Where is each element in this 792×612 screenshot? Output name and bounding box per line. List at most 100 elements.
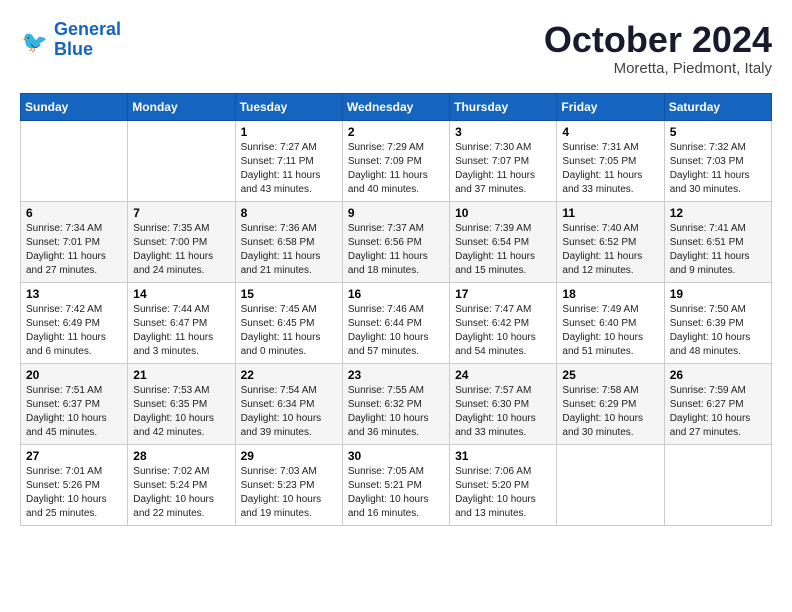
calendar-cell: 7Sunrise: 7:35 AMSunset: 7:00 PMDaylight… bbox=[128, 201, 235, 282]
day-number: 23 bbox=[348, 368, 444, 382]
day-number: 5 bbox=[670, 125, 766, 139]
calendar-cell bbox=[557, 444, 664, 525]
calendar-cell: 27 Sunrise: 7:01 AMSunset: 5:26 PMDayligh… bbox=[21, 444, 128, 525]
day-info: Sunrise: 7:57 AMSunset: 6:30 PMDaylight:… bbox=[455, 384, 551, 440]
day-info: Sunrise: 7:41 AMSunset: 6:51 PMDaylight:… bbox=[670, 222, 766, 278]
weekday-header: Thursday bbox=[450, 93, 557, 120]
calendar-cell: 20 Sunrise: 7:51 AMSunset: 6:37 PMDayligh… bbox=[21, 363, 128, 444]
day-info: Sunrise: 7:55 AMSunset: 6:32 PMDaylight:… bbox=[348, 384, 444, 440]
day-number: 26 bbox=[670, 368, 766, 382]
day-info: Sunrise: 7:53 AMSunset: 6:35 PMDaylight:… bbox=[133, 384, 229, 440]
calendar-cell: 26 Sunrise: 7:59 AMSunset: 6:27 PMDayligh… bbox=[664, 363, 771, 444]
day-info: Sunrise: 7:50 AMSunset: 6:39 PMDaylight:… bbox=[670, 303, 766, 359]
day-info: Sunrise: 7:31 AMSunset: 7:05 PMDaylight:… bbox=[562, 141, 658, 197]
calendar-cell: 22 Sunrise: 7:54 AMSunset: 6:34 PMDayligh… bbox=[235, 363, 342, 444]
location: Moretta, Piedmont, Italy bbox=[544, 60, 772, 77]
day-info: Sunrise: 7:01 AMSunset: 5:26 PMDaylight:… bbox=[26, 465, 122, 521]
day-number: 28 bbox=[133, 449, 229, 463]
day-number: 25 bbox=[562, 368, 658, 382]
day-number: 31 bbox=[455, 449, 551, 463]
calendar-cell: 21 Sunrise: 7:53 AMSunset: 6:35 PMDayligh… bbox=[128, 363, 235, 444]
day-number: 18 bbox=[562, 287, 658, 301]
calendar-week-row: 20 Sunrise: 7:51 AMSunset: 6:37 PMDayligh… bbox=[21, 363, 772, 444]
page-header: 🐦 General Blue October 2024 Moretta, Pie… bbox=[20, 20, 772, 77]
day-number: 4 bbox=[562, 125, 658, 139]
calendar-cell: 11Sunrise: 7:40 AMSunset: 6:52 PMDayligh… bbox=[557, 201, 664, 282]
calendar-cell: 4 Sunrise: 7:31 AMSunset: 7:05 PMDaylight… bbox=[557, 120, 664, 201]
calendar-cell: 15 Sunrise: 7:45 AMSunset: 6:45 PMDayligh… bbox=[235, 282, 342, 363]
day-info: Sunrise: 7:36 AMSunset: 6:58 PMDaylight:… bbox=[241, 222, 337, 278]
weekday-header: Friday bbox=[557, 93, 664, 120]
calendar-cell: 10Sunrise: 7:39 AMSunset: 6:54 PMDayligh… bbox=[450, 201, 557, 282]
day-info: Sunrise: 7:58 AMSunset: 6:29 PMDaylight:… bbox=[562, 384, 658, 440]
calendar-cell: 31 Sunrise: 7:06 AMSunset: 5:20 PMDayligh… bbox=[450, 444, 557, 525]
weekday-header: Sunday bbox=[21, 93, 128, 120]
day-number: 30 bbox=[348, 449, 444, 463]
day-info: Sunrise: 7:42 AMSunset: 6:49 PMDaylight:… bbox=[26, 303, 122, 359]
day-info: Sunrise: 7:45 AMSunset: 6:45 PMDaylight:… bbox=[241, 303, 337, 359]
calendar-cell: 12 Sunrise: 7:41 AMSunset: 6:51 PMDayligh… bbox=[664, 201, 771, 282]
day-number: 27 bbox=[26, 449, 122, 463]
logo-icon: 🐦 bbox=[20, 25, 50, 55]
day-info: Sunrise: 7:39 AMSunset: 6:54 PMDaylight:… bbox=[455, 222, 551, 278]
calendar-cell: 23 Sunrise: 7:55 AMSunset: 6:32 PMDayligh… bbox=[342, 363, 449, 444]
weekday-header: Tuesday bbox=[235, 93, 342, 120]
calendar-cell: 9Sunrise: 7:37 AMSunset: 6:56 PMDaylight… bbox=[342, 201, 449, 282]
logo-line1: General bbox=[54, 19, 121, 39]
calendar-cell: 19Sunrise: 7:50 AMSunset: 6:39 PMDayligh… bbox=[664, 282, 771, 363]
day-number: 20 bbox=[26, 368, 122, 382]
weekday-header: Wednesday bbox=[342, 93, 449, 120]
day-info: Sunrise: 7:03 AMSunset: 5:23 PMDaylight:… bbox=[241, 465, 337, 521]
day-info: Sunrise: 7:54 AMSunset: 6:34 PMDaylight:… bbox=[241, 384, 337, 440]
day-number: 3 bbox=[455, 125, 551, 139]
calendar-cell: 18Sunrise: 7:49 AMSunset: 6:40 PMDayligh… bbox=[557, 282, 664, 363]
day-info: Sunrise: 7:35 AMSunset: 7:00 PMDaylight:… bbox=[133, 222, 229, 278]
calendar-cell: 24Sunrise: 7:57 AMSunset: 6:30 PMDayligh… bbox=[450, 363, 557, 444]
day-info: Sunrise: 7:44 AMSunset: 6:47 PMDaylight:… bbox=[133, 303, 229, 359]
calendar-cell: 14 Sunrise: 7:44 AMSunset: 6:47 PMDayligh… bbox=[128, 282, 235, 363]
day-info: Sunrise: 7:59 AMSunset: 6:27 PMDaylight:… bbox=[670, 384, 766, 440]
calendar-cell: 29 Sunrise: 7:03 AMSunset: 5:23 PMDayligh… bbox=[235, 444, 342, 525]
day-info: Sunrise: 7:30 AMSunset: 7:07 PMDaylight:… bbox=[455, 141, 551, 197]
day-number: 11 bbox=[562, 206, 658, 220]
day-number: 22 bbox=[241, 368, 337, 382]
day-number: 14 bbox=[133, 287, 229, 301]
weekday-header: Monday bbox=[128, 93, 235, 120]
day-number: 13 bbox=[26, 287, 122, 301]
calendar-cell: 2 Sunrise: 7:29 AMSunset: 7:09 PMDaylight… bbox=[342, 120, 449, 201]
logo-text: General Blue bbox=[54, 20, 121, 60]
day-number: 9 bbox=[348, 206, 444, 220]
calendar-week-row: 6Sunrise: 7:34 AMSunset: 7:01 PMDaylight… bbox=[21, 201, 772, 282]
svg-text:🐦: 🐦 bbox=[22, 31, 48, 54]
day-number: 15 bbox=[241, 287, 337, 301]
day-info: Sunrise: 7:32 AMSunset: 7:03 PMDaylight:… bbox=[670, 141, 766, 197]
day-number: 21 bbox=[133, 368, 229, 382]
day-info: Sunrise: 7:29 AMSunset: 7:09 PMDaylight:… bbox=[348, 141, 444, 197]
calendar-week-row: 13 Sunrise: 7:42 AMSunset: 6:49 PMDayligh… bbox=[21, 282, 772, 363]
calendar-cell: 13 Sunrise: 7:42 AMSunset: 6:49 PMDayligh… bbox=[21, 282, 128, 363]
calendar-cell: 25 Sunrise: 7:58 AMSunset: 6:29 PMDayligh… bbox=[557, 363, 664, 444]
title-block: October 2024 Moretta, Piedmont, Italy bbox=[544, 20, 772, 77]
calendar-cell: 8 Sunrise: 7:36 AMSunset: 6:58 PMDaylight… bbox=[235, 201, 342, 282]
month-title: October 2024 bbox=[544, 20, 772, 60]
day-info: Sunrise: 7:34 AMSunset: 7:01 PMDaylight:… bbox=[26, 222, 122, 278]
calendar-cell bbox=[21, 120, 128, 201]
day-number: 17 bbox=[455, 287, 551, 301]
calendar-cell: 30 Sunrise: 7:05 AMSunset: 5:21 PMDayligh… bbox=[342, 444, 449, 525]
calendar-week-row: 1 Sunrise: 7:27 AMSunset: 7:11 PMDaylight… bbox=[21, 120, 772, 201]
day-number: 1 bbox=[241, 125, 337, 139]
calendar-week-row: 27 Sunrise: 7:01 AMSunset: 5:26 PMDayligh… bbox=[21, 444, 772, 525]
day-number: 29 bbox=[241, 449, 337, 463]
day-number: 2 bbox=[348, 125, 444, 139]
day-number: 16 bbox=[348, 287, 444, 301]
day-number: 8 bbox=[241, 206, 337, 220]
calendar-cell: 17Sunrise: 7:47 AMSunset: 6:42 PMDayligh… bbox=[450, 282, 557, 363]
day-info: Sunrise: 7:06 AMSunset: 5:20 PMDaylight:… bbox=[455, 465, 551, 521]
day-number: 12 bbox=[670, 206, 766, 220]
calendar-cell: 28Sunrise: 7:02 AMSunset: 5:24 PMDayligh… bbox=[128, 444, 235, 525]
day-info: Sunrise: 7:27 AMSunset: 7:11 PMDaylight:… bbox=[241, 141, 337, 197]
day-info: Sunrise: 7:51 AMSunset: 6:37 PMDaylight:… bbox=[26, 384, 122, 440]
calendar-cell bbox=[128, 120, 235, 201]
calendar-cell: 5 Sunrise: 7:32 AMSunset: 7:03 PMDaylight… bbox=[664, 120, 771, 201]
day-info: Sunrise: 7:05 AMSunset: 5:21 PMDaylight:… bbox=[348, 465, 444, 521]
